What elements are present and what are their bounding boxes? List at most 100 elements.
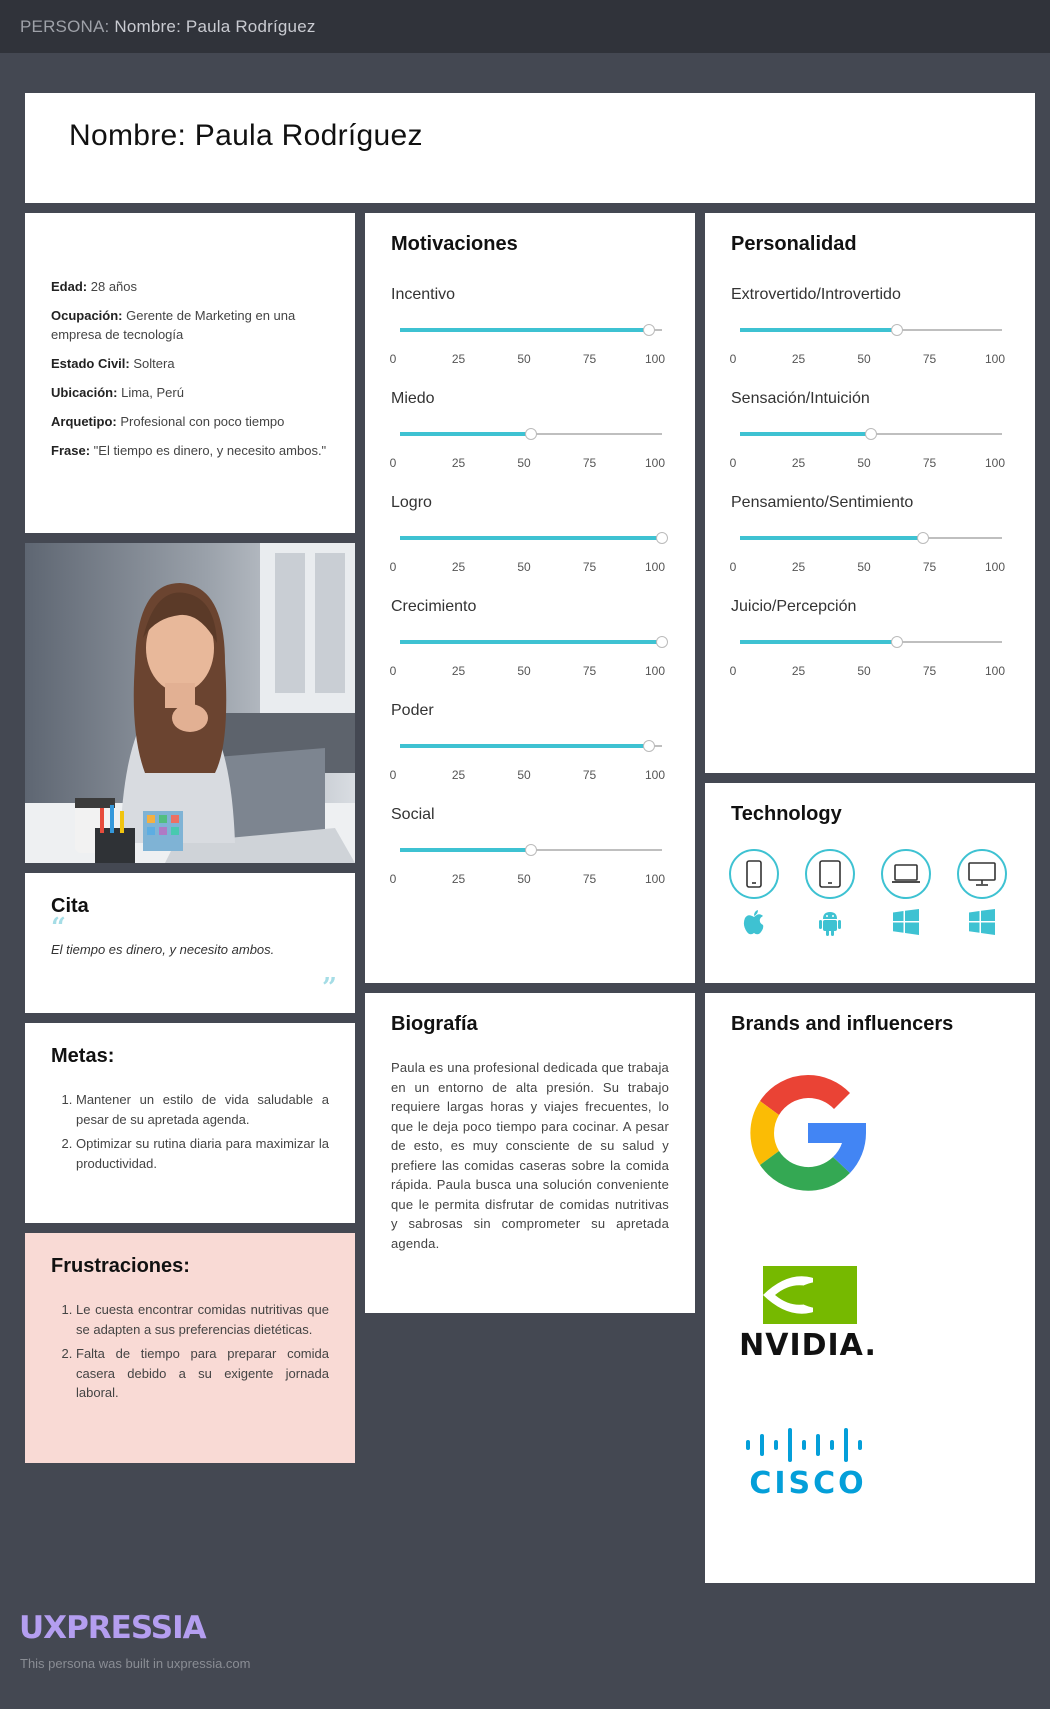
info-row-age: Edad: 28 años <box>51 277 329 296</box>
slider-thumb[interactable] <box>642 740 655 752</box>
windows-icon <box>957 909 1007 935</box>
topbar-title: Nombre: Paula Rodríguez <box>114 17 316 36</box>
tablet-icon <box>805 849 855 899</box>
close-quote-icon: ” <box>322 973 337 1003</box>
slider-fill <box>400 536 662 540</box>
motivations-sliders: Incentivo 0 25 50 75 100 Miedo 0 25 50 75 100 Logro 0… <box>390 256 669 886</box>
scale-tick: 50 <box>517 872 531 886</box>
motivations-card: Motivaciones Incentivo 0 25 50 75 100 Miedo 0 25… <box>365 213 695 983</box>
slider-label: Juicio/Percepción <box>731 598 857 615</box>
android-icon <box>805 909 855 937</box>
slider-motivations: Poder 0 25 50 75 100 <box>390 672 669 782</box>
slider-thumb[interactable] <box>642 324 655 336</box>
top-bar: PERSONA: Nombre: Paula Rodríguez <box>0 0 1050 53</box>
info-value: Profesional con poco tiempo <box>120 414 285 429</box>
slider-thumb[interactable] <box>891 636 904 648</box>
slider-motivations: Incentivo 0 25 50 75 100 <box>390 256 669 366</box>
info-label: Ubicación: <box>51 385 118 400</box>
persona-photo <box>25 543 355 863</box>
scale-tick: 0 <box>729 664 737 678</box>
slider-label: Incentivo <box>391 286 456 303</box>
frustrations-title: Frustraciones: <box>51 1255 190 1277</box>
quote-text: El tiempo es dinero, y necesito ambos. <box>51 942 275 957</box>
info-row-phrase: Frase: "El tiempo es dinero, y necesito … <box>51 441 329 460</box>
info-row-archetype: Arquetipo: Profesional con poco tiempo <box>51 412 329 431</box>
persona-photo-illustration <box>25 543 355 863</box>
slider-fill <box>400 744 649 748</box>
scale-tick: 25 <box>451 872 466 886</box>
slider-thumb[interactable] <box>656 532 668 544</box>
slider-motivations: Crecimiento 0 25 50 75 100 <box>390 568 669 678</box>
goals-title: Metas: <box>51 1045 115 1067</box>
slider-track[interactable] <box>400 532 668 544</box>
info-card: Edad: 28 años Ocupación: Gerente de Mark… <box>25 213 355 533</box>
footer-text[interactable]: This persona was built in uxpressia.com <box>20 1656 251 1671</box>
info-label: Arquetipo: <box>51 414 117 429</box>
slider-label: Miedo <box>391 390 435 407</box>
slider-personality: Extrovertido/Introvertido 0 25 50 75 100 <box>730 256 1009 366</box>
brands-title: Brands and influencers <box>731 1013 954 1035</box>
info-label: Frase: <box>51 443 91 458</box>
windows-icon <box>881 909 931 935</box>
slider-thumb[interactable] <box>525 844 537 856</box>
slider-motivations: Miedo 0 25 50 75 100 <box>390 360 669 470</box>
technology-card: Technology <box>705 783 1035 983</box>
slider-thumb[interactable] <box>917 532 930 544</box>
scale-tick: 50 <box>857 664 871 678</box>
goals-list: Mantener un estilo de vida saludable a p… <box>51 1090 329 1173</box>
info-value: Soltera <box>133 356 175 371</box>
slider-track[interactable] <box>400 324 662 336</box>
slider-thumb[interactable] <box>865 428 877 440</box>
info-row-civil-status: Estado Civil: Soltera <box>51 354 329 373</box>
slider-fill <box>740 432 871 436</box>
slider-personality: Pensamiento/Sentimiento 0 25 50 75 100 <box>730 464 1009 574</box>
slider-label: Poder <box>391 702 434 719</box>
slider-label: Sensación/Intuición <box>731 390 870 407</box>
info-label: Ocupación: <box>51 308 123 323</box>
uxpressia-logo[interactable]: UXPRESSIA <box>19 1610 207 1646</box>
info-value: 28 años <box>90 279 138 294</box>
goals-card: Metas: Mantener un estilo de vida saluda… <box>25 1023 355 1223</box>
slider-thumb[interactable] <box>656 636 668 648</box>
quote-card: Cita “ El tiempo es dinero, y necesito a… <box>25 873 355 1013</box>
slider-label: Extrovertido/Introvertido <box>731 286 901 303</box>
technology-devices <box>729 849 1019 949</box>
personality-sliders: Extrovertido/Introvertido 0 25 50 75 100 Sensa… <box>730 256 1009 678</box>
cisco-wordmark: CISCO <box>749 1465 867 1501</box>
info-row-occupation: Ocupación: Gerente de Marketing en una e… <box>51 306 329 344</box>
slider-track[interactable] <box>740 428 1002 440</box>
slider-track[interactable] <box>400 844 662 856</box>
slider-track[interactable] <box>740 532 1002 544</box>
slider-track[interactable] <box>740 324 1002 336</box>
slider-motivations: Social 0 25 50 75 100 <box>390 776 669 886</box>
device-item <box>729 849 779 935</box>
motivations-title: Motivaciones <box>391 233 518 255</box>
topbar-prefix: PERSONA: <box>20 17 110 36</box>
scale-tick: 75 <box>922 664 937 678</box>
quote-title: Cita <box>51 895 89 917</box>
slider-personality: Sensación/Intuición 0 25 50 75 100 <box>730 360 1009 470</box>
slider-track[interactable] <box>400 740 662 752</box>
scale-tick: 100 <box>984 664 1006 678</box>
slider-label: Logro <box>391 494 432 511</box>
scale-tick: 75 <box>582 872 597 886</box>
slider-thumb[interactable] <box>891 324 904 336</box>
info-value: Lima, Perú <box>121 385 184 400</box>
slider-track[interactable] <box>400 636 668 648</box>
slider-thumb[interactable] <box>525 428 537 440</box>
slider-fill <box>400 640 662 644</box>
slider-track[interactable] <box>740 636 1002 648</box>
slider-personality: Juicio/Percepción 0 25 50 75 100 <box>730 568 1009 678</box>
slider-fill <box>400 432 531 436</box>
device-item <box>957 849 1007 935</box>
slider-fill <box>740 640 898 644</box>
nvidia-logo: NVIDIA. <box>733 1238 883 1388</box>
slider-track[interactable] <box>400 428 662 440</box>
slider-fill <box>740 536 924 540</box>
list-item: Mantener un estilo de vida saludable a p… <box>76 1090 329 1129</box>
frustrations-card: Frustraciones: Le cuesta encontrar comid… <box>25 1233 355 1463</box>
personality-card: Personalidad Extrovertido/Introvertido 0 2… <box>705 213 1035 773</box>
scale-tick: 25 <box>791 664 806 678</box>
biography-card: Biografía Paula es una profesional dedic… <box>365 993 695 1313</box>
slider-scale: 0 25 50 75 100 <box>729 664 1011 678</box>
